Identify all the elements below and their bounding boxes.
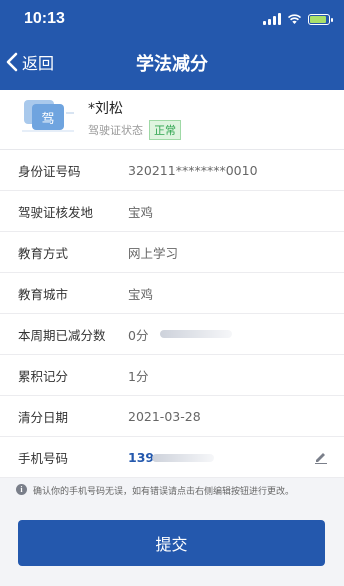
row-label: 清分日期 — [18, 409, 69, 425]
row-value: 2021-03-28 — [128, 408, 201, 424]
row-value: 0分 — [128, 327, 149, 343]
row-education-city: 教育城市 宝鸡 — [0, 273, 344, 314]
status-time: 10:13 — [24, 10, 65, 27]
row-phone-number[interactable]: 手机号码 139 — [0, 437, 344, 478]
page-title: 学法减分 — [136, 54, 208, 75]
license-status: 驾驶证状态 正常 — [88, 120, 181, 140]
row-label: 驾驶证核发地 — [18, 204, 94, 220]
row-label: 本周期已减分数 — [18, 327, 106, 343]
nav-bar: 返回 学法减分 — [0, 40, 344, 84]
row-value: 网上学习 — [128, 245, 179, 261]
row-label: 手机号码 — [18, 450, 69, 466]
info-list: 身份证号码 320211********0010 驾驶证核发地 宝鸡 教育方式 … — [0, 150, 344, 478]
phone-value: 139 — [128, 449, 155, 465]
notice: i 确认你的手机号码无误，如有错误请点击右侧编辑按钮进行更改。 — [16, 484, 336, 497]
status-badge: 正常 — [149, 120, 181, 140]
row-education-method: 教育方式 网上学习 — [0, 232, 344, 273]
row-label: 教育方式 — [18, 245, 69, 261]
profile-name: *刘松 — [88, 101, 123, 117]
redaction-blur — [152, 454, 214, 462]
battery-icon — [308, 13, 333, 25]
row-value: 宝鸡 — [128, 286, 154, 302]
edit-icon[interactable] — [314, 450, 328, 464]
status-bar: 10:13 — [0, 0, 344, 40]
license-status-label: 驾驶证状态 — [88, 124, 143, 137]
wifi-icon — [287, 14, 302, 24]
app-header: 10:13 返回 学法减分 — [0, 0, 344, 90]
row-label: 累积记分 — [18, 368, 69, 384]
row-label: 教育城市 — [18, 286, 69, 302]
notice-text: 确认你的手机号码无误，如有错误请点击右侧编辑按钮进行更改。 — [33, 487, 295, 497]
submit-button[interactable]: 提交 — [18, 520, 325, 566]
row-clear-date: 清分日期 2021-03-28 — [0, 396, 344, 437]
row-value: 宝鸡 — [128, 204, 154, 220]
profile-card: 驾 *刘松 驾驶证状态 正常 — [0, 90, 344, 150]
signal-icon — [263, 13, 281, 25]
row-issue-place: 驾驶证核发地 宝鸡 — [0, 191, 344, 232]
card-icon-char: 驾 — [41, 112, 54, 127]
row-id-number: 身份证号码 320211********0010 — [0, 150, 344, 191]
row-accumulated-points: 累积记分 1分 — [0, 355, 344, 396]
row-value: 1分 — [128, 368, 149, 384]
driver-license-icon: 驾 — [22, 100, 74, 132]
row-points-reduced: 本周期已减分数 0分 — [0, 314, 344, 355]
status-icons — [263, 13, 333, 25]
redaction-blur — [160, 330, 232, 338]
row-label: 身份证号码 — [18, 163, 81, 179]
info-icon: i — [16, 484, 27, 495]
row-value: 320211********0010 — [128, 162, 258, 178]
